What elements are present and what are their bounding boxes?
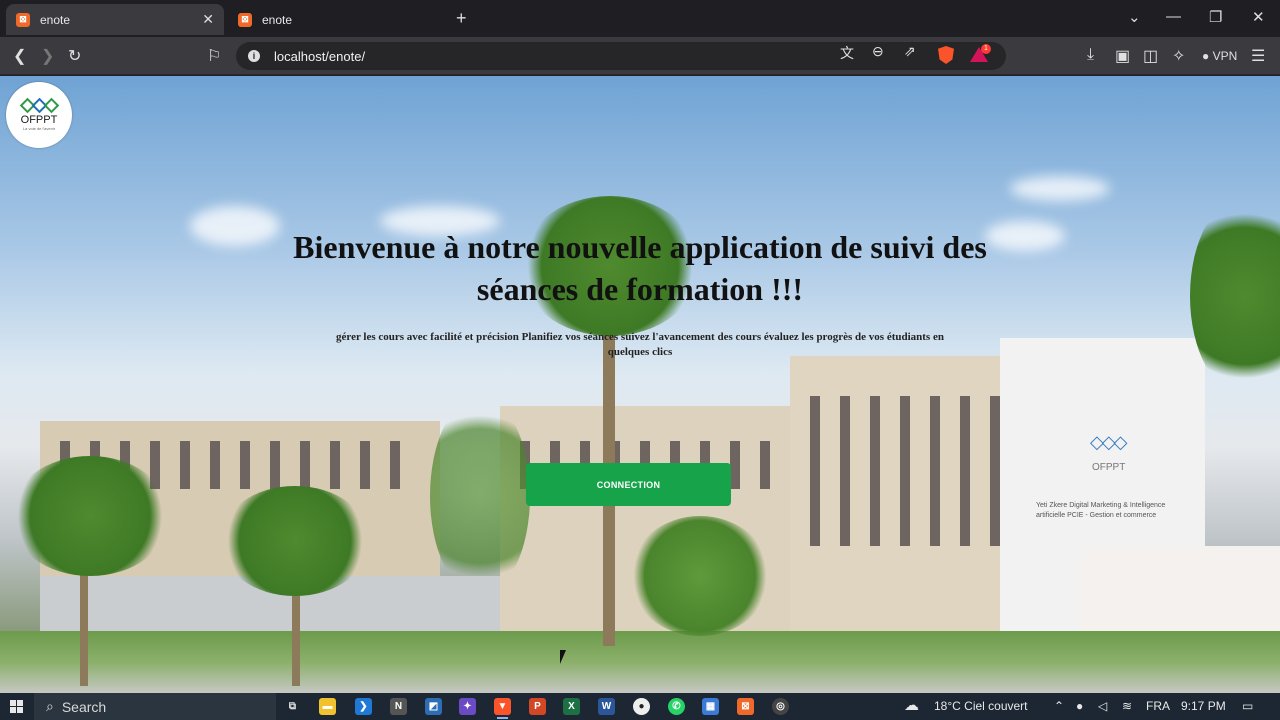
language-indicator[interactable]: FRA	[1146, 699, 1170, 713]
logo-tagline: La voie de l'avenir	[22, 125, 56, 131]
logo-name: OFPPT	[20, 113, 58, 126]
building-sign: Yeti Zkere Digital Marketing & Intellige…	[1036, 502, 1166, 519]
sidebar-icon[interactable]: ▣	[1115, 46, 1130, 66]
site-info-icon[interactable]: i	[248, 50, 260, 62]
download-icon[interactable]: ⤓	[1087, 46, 1094, 64]
xampp-icon[interactable]: ⊠	[737, 698, 754, 715]
task-view-icon[interactable]: ⧉	[284, 698, 301, 715]
app-icon[interactable]: ●	[633, 698, 650, 715]
tab-title: enote	[262, 12, 293, 27]
close-tab-icon[interactable]: ✕	[202, 11, 214, 28]
microphone-icon[interactable]: ●	[1076, 699, 1083, 713]
tray-chevron-icon[interactable]: ⌃	[1054, 699, 1064, 713]
mouse-cursor-icon	[560, 650, 566, 664]
palm-tree	[220, 486, 370, 596]
taskbar-search[interactable]: ⌕ Search	[34, 693, 276, 720]
cloud	[985, 221, 1065, 251]
windows-taskbar: ⌕ Search ⧉ ▬ ❯ N ◩ ✦ ▼ P X W ● ✆ ▦ ⊠ ◎ ☁…	[0, 693, 1280, 720]
hero-subtitle: gérer les cours avec facilité et précisi…	[336, 331, 944, 358]
rewards-badge: 1	[981, 44, 991, 54]
powerpoint-icon[interactable]: P	[529, 698, 546, 715]
browser-tab-strip: ⊠ enote ✕ ⊠ enote + ⌄ — ❐ ✕	[0, 0, 1280, 37]
lawn	[0, 631, 1280, 693]
menu-icon[interactable]: ☰	[1251, 46, 1265, 66]
notion-icon[interactable]: N	[390, 698, 407, 715]
whatsapp-icon[interactable]: ✆	[668, 698, 685, 715]
clock[interactable]: 9:17 PM	[1181, 699, 1226, 713]
leo-ai-icon[interactable]: ✧	[1172, 46, 1185, 66]
vscode-icon[interactable]: ❯	[355, 698, 372, 715]
notifications-icon[interactable]: ▭	[1242, 699, 1253, 713]
tab-title: enote	[40, 12, 71, 27]
tree	[630, 516, 770, 636]
building-logo-icon: ◇◇◇	[1090, 432, 1128, 452]
hero-title: Bienvenue à notre nouvelle application d…	[293, 229, 987, 307]
building-windows	[810, 396, 1000, 546]
app-icon[interactable]: ✦	[459, 698, 476, 715]
zoom-icon[interactable]: ⊖	[872, 43, 884, 60]
xampp-icon: ⊠	[238, 12, 252, 27]
cloud	[190, 206, 280, 246]
volume-icon[interactable]: ◁	[1098, 699, 1107, 713]
weather-text[interactable]: 18°C Ciel couvert	[934, 699, 1028, 713]
building-logo-text: OFPPT	[1092, 462, 1126, 473]
browser-toolbar: ❮ ❯ ↻ ⚐ i localhost/enote/ 文 ⊖ ⇗ 1 ⤓ ▣ ◫…	[0, 37, 1280, 75]
calculator-icon[interactable]: ▦	[702, 698, 719, 715]
excel-icon[interactable]: X	[563, 698, 580, 715]
connection-button[interactable]: CONNECTION	[526, 463, 731, 506]
tree	[430, 396, 530, 596]
ofppt-logo-icon	[19, 97, 59, 113]
xampp-icon: ⊠	[16, 12, 30, 27]
wifi-icon[interactable]: ≋	[1122, 699, 1132, 713]
windows-start-icon[interactable]	[10, 700, 23, 713]
wallet-icon[interactable]: ◫	[1143, 46, 1158, 66]
file-explorer-icon[interactable]: ▬	[319, 698, 336, 715]
vpn-button[interactable]: ● VPN	[1202, 49, 1237, 63]
back-icon[interactable]: ❮	[13, 46, 26, 66]
url-text: localhost/enote/	[274, 48, 366, 64]
share-icon[interactable]: ⇗	[904, 43, 916, 60]
minimize-icon[interactable]: —	[1166, 8, 1181, 25]
tab-enote[interactable]: ⊠ enote	[228, 4, 448, 35]
cloud	[1010, 176, 1110, 201]
page-viewport: ◇◇◇ OFPPT Yeti Zkere Digital Marketing &…	[0, 76, 1280, 693]
restore-icon[interactable]: ❐	[1209, 8, 1222, 26]
ofppt-logo[interactable]: OFPPT La voie de l'avenir	[6, 82, 72, 148]
brave-browser-icon[interactable]: ▼	[494, 698, 511, 719]
new-tab-button[interactable]: +	[456, 8, 467, 29]
tab-search-chevron-icon[interactable]: ⌄	[1128, 8, 1141, 26]
app-icon[interactable]: ◩	[425, 698, 442, 715]
bookmark-icon[interactable]: ⚐	[207, 46, 221, 66]
address-bar[interactable]: i localhost/enote/	[236, 42, 1006, 70]
translate-icon[interactable]: 文	[840, 43, 854, 63]
palm-tree	[10, 456, 170, 576]
close-window-icon[interactable]: ✕	[1252, 8, 1265, 26]
search-icon: ⌕	[46, 698, 54, 714]
word-icon[interactable]: W	[598, 698, 615, 715]
obs-icon[interactable]: ◎	[772, 698, 789, 715]
forward-icon[interactable]: ❯	[41, 46, 54, 66]
tab-enote-active[interactable]: ⊠ enote ✕	[6, 4, 224, 35]
search-placeholder: Search	[61, 698, 107, 715]
reload-icon[interactable]: ↻	[68, 46, 81, 66]
weather-cloud-icon: ☁	[904, 697, 919, 714]
vpn-label: VPN	[1212, 49, 1238, 63]
